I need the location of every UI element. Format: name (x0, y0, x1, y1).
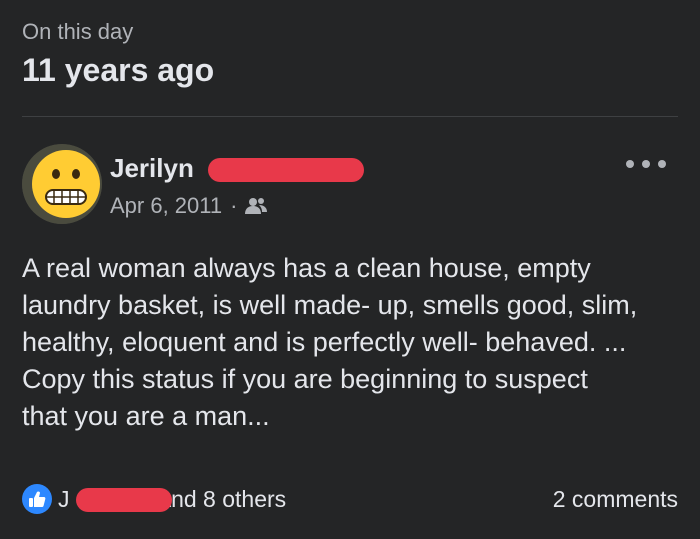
more-options-icon (626, 160, 634, 168)
author-name[interactable]: Jerilyn (110, 152, 194, 184)
memory-title: 11 years ago (22, 52, 215, 88)
meta-separator: · (230, 193, 238, 218)
post-text-line: A real woman always has a clean house, e… (22, 253, 591, 283)
friends-icon (245, 196, 269, 216)
reactor-name-prefix: J (58, 486, 70, 512)
more-options-button[interactable] (626, 154, 666, 174)
post-date[interactable]: Apr 6, 2011 (110, 192, 222, 220)
grimacing-face-emoji-icon (22, 144, 102, 224)
post-text: A real woman always has a clean house, e… (22, 250, 682, 435)
post-text-line: that you are a man... (22, 401, 270, 431)
post-header: Jerilyn Apr 6, 2011 · (22, 144, 678, 224)
memory-post-screen: On this day 11 years ago Jerilyn Apr 6, … (0, 0, 700, 539)
memory-label: On this day (22, 19, 134, 44)
redaction-mark-name (208, 158, 364, 182)
post-text-line: Copy this status if you are beginning to… (22, 364, 588, 394)
redaction-mark-reactor (76, 488, 172, 512)
like-icon[interactable] (22, 484, 52, 514)
divider (22, 116, 678, 117)
post-footer: J and 8 others 2 comments (22, 482, 678, 516)
post-text-line: healthy, eloquent and is perfectly well-… (22, 327, 627, 357)
avatar[interactable] (22, 144, 102, 224)
post-text-line: laundry basket, is well made- up, smells… (22, 290, 638, 320)
more-options-dot (642, 160, 650, 168)
more-options-dot (658, 160, 666, 168)
post-meta: Apr 6, 2011 · (110, 192, 269, 220)
comments-count[interactable]: 2 comments (553, 482, 678, 516)
reactors-suffix: and 8 others (158, 486, 287, 512)
memory-header: On this day 11 years ago (22, 18, 214, 90)
